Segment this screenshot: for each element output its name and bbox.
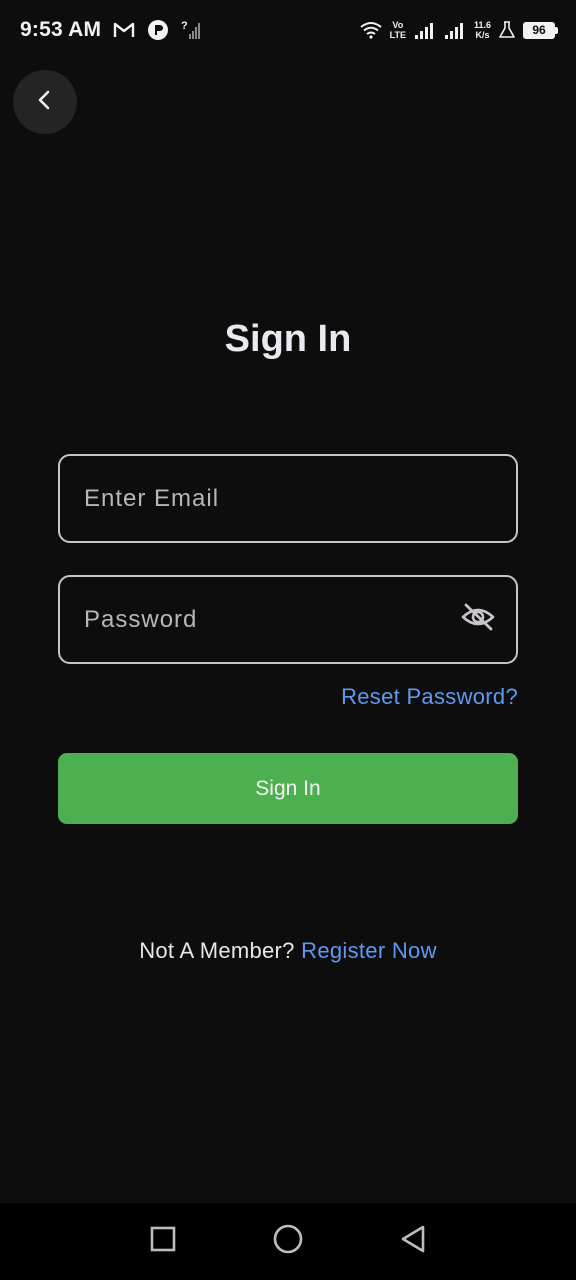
signal-icon [444,21,466,39]
status-time: 9:53 AM [20,18,102,41]
eye-off-icon [460,602,496,637]
status-bar-right: Vo LTE 11.6 K/s 96 [360,20,558,40]
register-now-link[interactable]: Register Now [301,938,437,963]
volte-top: Vo [392,20,404,30]
network-speed: 11.6 K/s [474,20,491,40]
signal-icon [414,21,436,39]
recents-button[interactable] [133,1212,193,1272]
sign-in-screen: 9:53 AM ? Vo LTE 11.6 K/s 96 Sign In Ent… [0,0,576,1280]
chevron-left-icon [34,89,56,116]
email-input[interactable] [84,484,492,513]
register-row: Not A Member? Register Now [0,938,576,964]
password-input[interactable] [84,605,458,634]
lab-icon [499,21,515,39]
wifi-icon [360,21,382,39]
sign-in-button[interactable]: Sign In [58,753,518,824]
register-prompt: Not A Member? [139,938,295,963]
status-bar-left: 9:53 AM ? [20,18,201,42]
svg-text:?: ? [181,20,188,32]
password-field[interactable] [58,575,518,664]
triangle-back-icon [399,1224,427,1259]
square-icon [149,1225,177,1258]
reset-password-link[interactable]: Reset Password? [341,684,518,710]
system-nav-bar [0,1203,576,1280]
home-button[interactable] [258,1212,318,1272]
battery-level: 96 [523,21,555,39]
password-visibility-toggle[interactable] [458,600,498,640]
volte-bottom: LTE [389,30,406,40]
network-speed-value: 11.6 [473,20,491,30]
app-notification-icon [147,19,169,41]
system-back-button[interactable] [383,1212,443,1272]
network-speed-unit: K/s [475,30,490,40]
status-bar: 9:53 AM ? Vo LTE 11.6 K/s 96 [0,0,576,60]
gmail-icon [113,21,135,39]
volte-icon: Vo LTE [390,20,406,40]
back-button[interactable] [13,70,77,134]
battery-tip [555,26,558,34]
email-field[interactable] [58,454,518,543]
circle-icon [272,1223,304,1260]
battery-icon: 96 [523,21,558,39]
no-sim-signal-icon: ? [181,19,201,41]
page-title: Sign In [224,318,352,360]
